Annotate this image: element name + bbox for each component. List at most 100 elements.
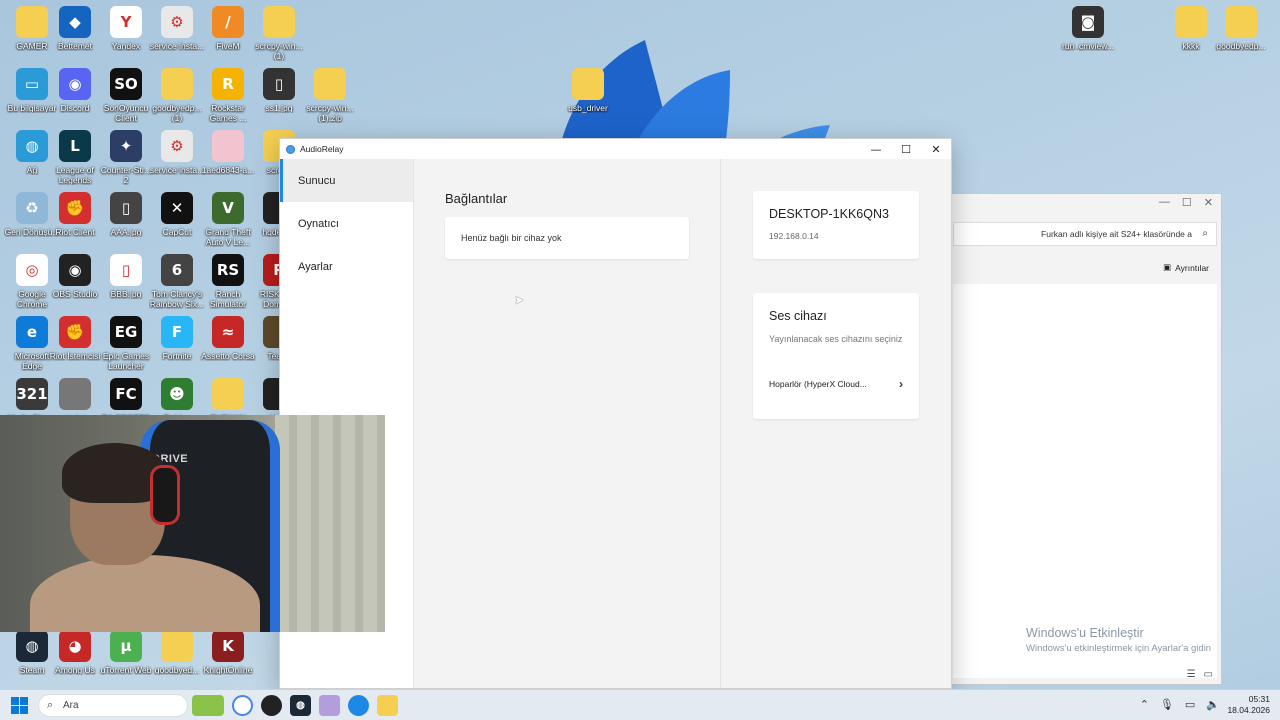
maximize-button[interactable]: ☐ <box>891 139 921 159</box>
desktop-icon[interactable]: ◕ Among Us <box>47 630 103 675</box>
desktop-icon-label: Riot İstemcisi <box>49 351 101 361</box>
audiorelay-taskbar-icon[interactable] <box>348 695 369 716</box>
network-icon[interactable]: ▭ <box>1185 698 1195 711</box>
taskbar-clock[interactable]: 05:31 18.04.2026 <box>1227 694 1270 716</box>
desktop-icon[interactable]: Y Yandex <box>98 6 154 51</box>
desktop-icon-image: ✊ <box>59 316 91 348</box>
desktop-icon[interactable]: L League of Legends <box>47 130 103 185</box>
obs-taskbar-icon[interactable] <box>261 695 282 716</box>
desktop-icon[interactable]: ▯ AAA.jpg <box>98 192 154 237</box>
desktop-icon[interactable]: V Grand Theft Auto V Le... <box>200 192 256 247</box>
desktop-icon[interactable]: ✕ CapCut <box>149 192 205 237</box>
taskbar: ⌕ Ara ◍ ⌃ 🎙 ▭ 🔈 05:31 18.04.2026 <box>0 689 1280 720</box>
host-name: DESKTOP-1KK6QN3 <box>769 207 889 221</box>
desktop-icon[interactable]: K KnightOnline <box>200 630 256 675</box>
audio-device-selector[interactable]: Hoparlör (HyperX Cloud... › <box>769 377 903 391</box>
desktop-icon[interactable]: scrcpy-win... (1).zip <box>302 68 358 123</box>
audiorelay-app-icon <box>286 144 295 154</box>
desktop-icon[interactable]: R Rockstar Games ... <box>200 68 256 123</box>
explorer-window[interactable]: — ☐ ✕ Furkan adlı kişiye ait S24+ klasör… <box>948 193 1222 685</box>
microphone-icon[interactable]: 🎙 <box>1160 698 1174 711</box>
desktop-icon[interactable]: F Fortnite <box>149 316 205 361</box>
connections-empty-card: Henüz bağlı bir cihaz yok <box>445 217 689 259</box>
desktop-icon-label: run_cmview... <box>1062 41 1114 51</box>
desktop-icon-label: Rockstar Games ... <box>209 103 247 123</box>
desktop-icon[interactable]: ▯ BBB.jpg <box>98 254 154 299</box>
app-taskbar-icon[interactable] <box>319 695 340 716</box>
desktop-icon-image: ◎ <box>16 254 48 286</box>
desktop-icon-image <box>1175 6 1207 38</box>
explorer-close-icon[interactable]: ✕ <box>1204 196 1213 209</box>
desktop-icon[interactable]: 1aed6843-a... <box>200 130 256 175</box>
desktop-icon[interactable]: ✦ Counter-Str... 2 <box>98 130 154 185</box>
minimize-button[interactable]: — <box>861 139 891 159</box>
system-tray: ⌃ 🎙 ▭ 🔈 <box>1140 698 1220 711</box>
chevron-up-icon[interactable]: ⌃ <box>1140 698 1149 711</box>
audio-device-subtitle: Yayınlanacak ses cihazını seçiniz <box>769 334 903 344</box>
volume-icon[interactable]: 🔈 <box>1206 698 1220 711</box>
steam-taskbar-icon[interactable]: ◍ <box>290 695 311 716</box>
file-explorer-taskbar-icon[interactable] <box>377 695 398 716</box>
list-view-icon[interactable]: ☰ <box>1187 669 1196 680</box>
desktop-icon-image: F <box>161 316 193 348</box>
desktop-icon-label: scrcpy-win... (1).zip <box>306 103 354 123</box>
desktop-icon-image: ▯ <box>110 254 142 286</box>
desktop-icon-image <box>16 6 48 38</box>
start-button[interactable] <box>11 697 28 714</box>
desktop-icon[interactable]: ◙ run_cmview... <box>1060 6 1116 51</box>
sidebar-item-server[interactable]: Sunucu <box>280 159 413 202</box>
audio-device-heading: Ses cihazı <box>769 309 827 323</box>
desktop-icon[interactable]: μ uTorrent Web <box>98 630 154 675</box>
tiles-view-icon[interactable]: ▭ <box>1204 669 1213 680</box>
details-button[interactable]: ▣ Ayrıntılar <box>1163 262 1209 273</box>
desktop-icon-image: ☻ <box>161 378 193 410</box>
taskbar-apps: ◍ <box>192 695 398 716</box>
desktop-icon-image: R <box>212 68 244 100</box>
desktop-icon[interactable]: ⚙ service insta... <box>149 130 205 175</box>
desktop-icon[interactable]: goodbyedp... (1) <box>149 68 205 123</box>
explorer-maximize-icon[interactable]: ☐ <box>1182 196 1192 209</box>
desktop-icon-label: BBB.jpg <box>110 289 142 299</box>
desktop-icon-label: service insta... <box>149 165 205 175</box>
sidebar-item-label: Ayarlar <box>298 260 333 273</box>
desktop-icon[interactable]: usb_driver <box>560 68 616 113</box>
close-button[interactable]: ✕ <box>921 139 951 159</box>
desktop-icon-image <box>161 68 193 100</box>
desktop-icon[interactable]: 6 Tom Clancy's Rainbow Six... <box>149 254 205 309</box>
desktop-icon[interactable]: ◉ OBS Studio <box>47 254 103 299</box>
desktop-icon-label: Assetto Corsa <box>201 351 255 361</box>
desktop-icon[interactable]: kkkk <box>1163 6 1219 51</box>
desktop-icon[interactable]: / FiveM <box>200 6 256 51</box>
desktop-icon[interactable]: SO SonOyuncu Client <box>98 68 154 123</box>
activation-watermark: Windows'u Etkinleştir Windows'u etkinleş… <box>1026 626 1280 654</box>
desktop-icon[interactable]: RS Ranch Simulator <box>200 254 256 309</box>
desktop-icon[interactable]: EG Epic Games Launcher <box>98 316 154 371</box>
sidebar-item-settings[interactable]: Ayarlar <box>280 245 413 288</box>
taskbar-widget-icon[interactable] <box>192 695 224 716</box>
window-title: AudioRelay <box>300 144 344 154</box>
desktop-icon-image: ◙ <box>1072 6 1104 38</box>
desktop-icon[interactable]: ✊ Riot Client <box>47 192 103 237</box>
explorer-minimize-icon[interactable]: — <box>1159 196 1170 209</box>
desktop-icon-image: μ <box>110 630 142 662</box>
desktop-icon-label: ss1.jpg <box>265 103 293 113</box>
title-bar[interactable]: AudioRelay — ☐ ✕ <box>280 139 951 159</box>
desktop-icon[interactable]: ▯ ss1.jpg <box>251 68 307 113</box>
chrome-taskbar-icon[interactable] <box>232 695 253 716</box>
desktop-icon[interactable]: ◆ Bettemet <box>47 6 103 51</box>
server-info-panel: DESKTOP-1KK6QN3 192.168.0.14 Ses cihazı … <box>721 159 951 688</box>
desktop-icon[interactable]: goodbyed... <box>149 630 205 675</box>
desktop-icon[interactable]: scrcpy-win... (1) <box>251 6 307 61</box>
explorer-search-box[interactable]: Furkan adlı kişiye ait S24+ klasöründe a… <box>953 222 1217 246</box>
desktop-icon[interactable]: ◉ Discord <box>47 68 103 113</box>
desktop-icon-image: 321 <box>16 378 48 410</box>
taskbar-search[interactable]: ⌕ Ara <box>38 694 188 717</box>
desktop-icon[interactable]: ⚙ service insta... <box>149 6 205 51</box>
desktop-icon[interactable]: ✊ Riot İstemcisi <box>47 316 103 361</box>
desktop-icon[interactable]: goodbyedp... <box>1213 6 1269 51</box>
desktop-icon[interactable]: ≈ Assetto Corsa <box>200 316 256 361</box>
desktop-icon-image <box>212 130 244 162</box>
sidebar-item-player[interactable]: Oynatıcı <box>280 202 413 245</box>
desktop-icon-image <box>1225 6 1257 38</box>
explorer-content-area[interactable] <box>953 284 1217 678</box>
